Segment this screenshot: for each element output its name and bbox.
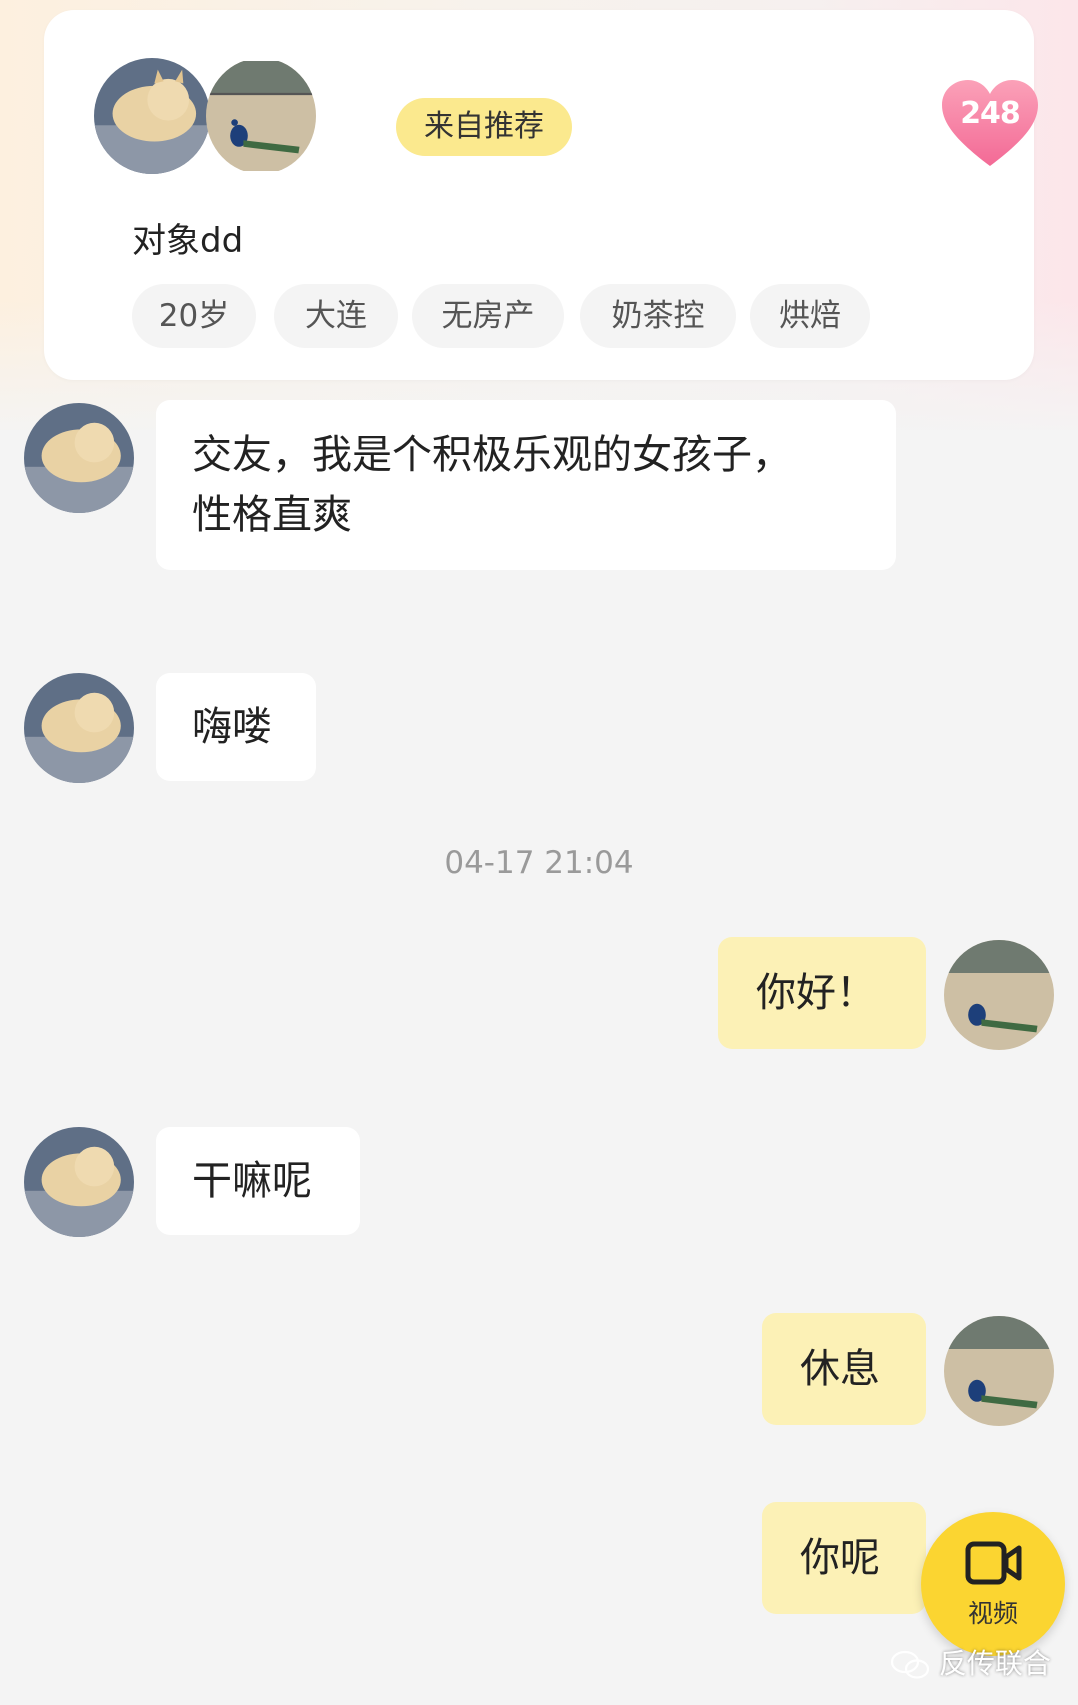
tag-property: 无房产 bbox=[412, 284, 564, 348]
tag-city: 大连 bbox=[274, 284, 398, 348]
message-bubble-incoming[interactable]: 干嘛呢 bbox=[156, 1127, 360, 1235]
her-avatar[interactable] bbox=[24, 403, 134, 513]
her-avatar[interactable] bbox=[24, 1127, 134, 1237]
nickname: 对象dd bbox=[132, 221, 244, 261]
message-bubble-outgoing[interactable]: 你好！ bbox=[718, 937, 926, 1049]
my-avatar[interactable] bbox=[944, 940, 1054, 1050]
my-avatar[interactable] bbox=[944, 1316, 1054, 1426]
tag-age: 20岁 bbox=[132, 284, 256, 348]
video-camera-icon bbox=[965, 1541, 1022, 1585]
recommend-badge: 来自推荐 bbox=[396, 98, 572, 156]
tag-hobby-tea: 奶茶控 bbox=[580, 284, 736, 348]
video-button-label: 视频 bbox=[967, 1599, 1018, 1628]
message-text-line: 性格直爽 bbox=[192, 492, 352, 538]
heart-count: 248 bbox=[960, 96, 1021, 131]
message-bubble-outgoing[interactable]: 你呢 bbox=[762, 1502, 926, 1614]
message-text: 休息 bbox=[800, 1346, 880, 1392]
watermark: 反传联合 bbox=[890, 1642, 1051, 1682]
message-timestamp: 04-17 21:04 bbox=[444, 845, 634, 881]
match-profile-card[interactable]: 来自推荐 248 对象dd 20岁 大连 无房产 奶茶控 烘焙 bbox=[44, 10, 1038, 380]
her-avatar[interactable] bbox=[24, 673, 134, 783]
message-bubble-outgoing[interactable]: 休息 bbox=[762, 1313, 926, 1425]
message-text: 你呢 bbox=[800, 1535, 880, 1581]
message-bubble-incoming[interactable]: 嗨喽 bbox=[156, 673, 316, 781]
wechat-icon bbox=[890, 1650, 930, 1679]
her-avatar[interactable] bbox=[94, 58, 210, 174]
message-bubble-incoming[interactable]: 交友，我是个积极乐观的女孩子， 性格直爽 bbox=[156, 400, 896, 570]
message-text: 你好！ bbox=[756, 970, 876, 1016]
message-text-line: 交友，我是个积极乐观的女孩子， bbox=[192, 432, 792, 478]
watermark-text: 反传联合 bbox=[938, 1647, 1051, 1680]
my-avatar[interactable] bbox=[206, 58, 316, 174]
message-text: 干嘛呢 bbox=[192, 1158, 312, 1204]
tag-hobby-baking: 烘焙 bbox=[750, 284, 870, 348]
affinity-heart[interactable]: 248 bbox=[940, 78, 1040, 170]
video-call-button[interactable]: 视频 bbox=[921, 1512, 1065, 1656]
message-text: 嗨喽 bbox=[192, 704, 272, 750]
